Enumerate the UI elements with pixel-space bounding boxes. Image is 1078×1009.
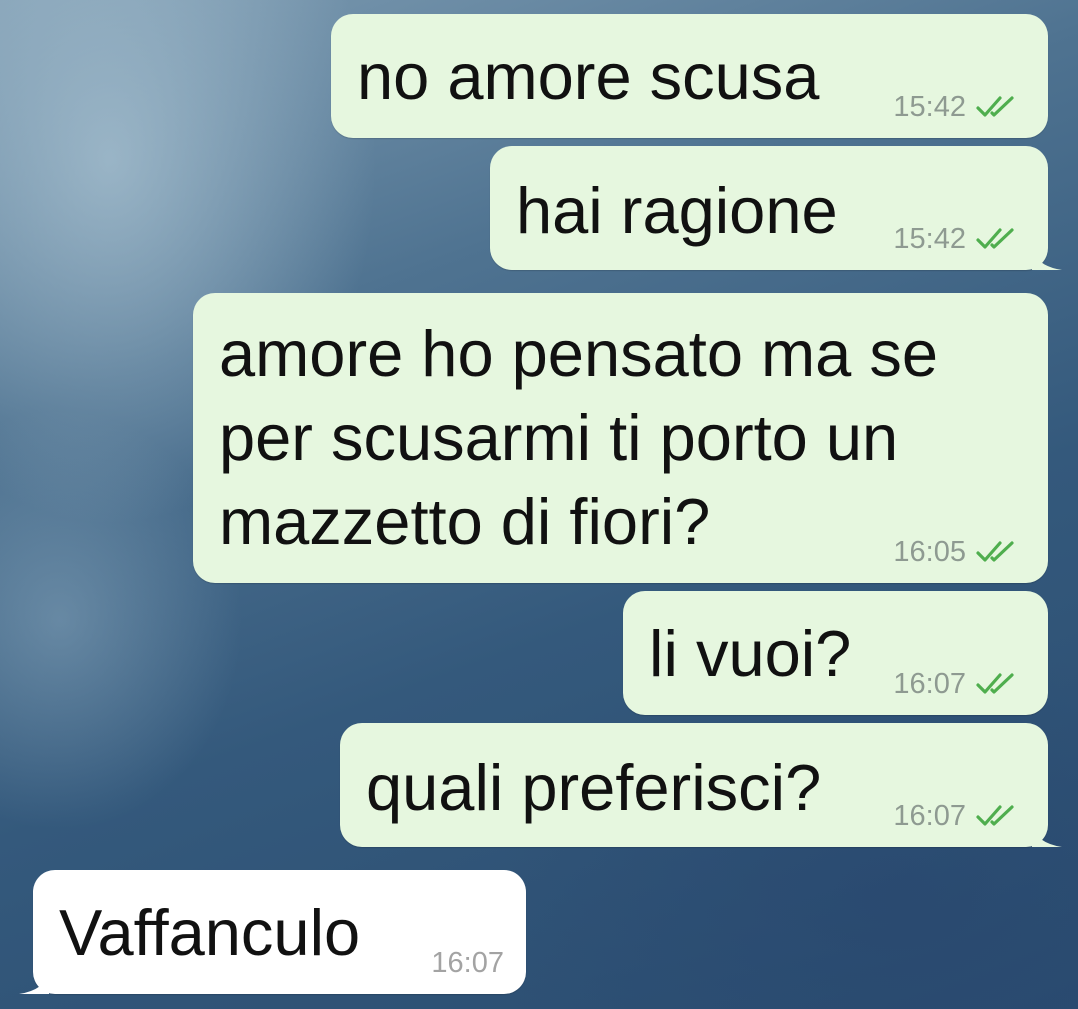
message-text: no amore scusa bbox=[357, 40, 820, 113]
message-timestamp: 16:05 bbox=[893, 536, 966, 568]
double-check-icon bbox=[976, 673, 1014, 694]
bubble-tail bbox=[1032, 825, 1062, 847]
incoming-message-bubble[interactable]: Vaffanculo 16:07 bbox=[19, 870, 526, 994]
message-meta: 15:42 bbox=[893, 92, 1020, 122]
message-text-line: amore ho pensato ma se bbox=[219, 317, 939, 390]
double-check-icon bbox=[976, 228, 1014, 249]
outgoing-message-bubble[interactable]: no amore scusa 15:42 bbox=[331, 14, 1048, 138]
double-check-icon bbox=[976, 805, 1014, 826]
message-text-line: mazzetto di fiori? bbox=[219, 485, 711, 558]
message-meta: 16:07 bbox=[893, 669, 1020, 699]
message-timestamp: 15:42 bbox=[893, 91, 966, 123]
message-timestamp: 15:42 bbox=[893, 223, 966, 255]
message-timestamp: 16:07 bbox=[893, 668, 966, 700]
double-check-icon bbox=[976, 96, 1014, 117]
message-meta: 16:07 bbox=[893, 801, 1020, 831]
message-text: quali preferisci? bbox=[366, 751, 822, 824]
outgoing-message-bubble[interactable]: quali preferisci? 16:07 bbox=[340, 723, 1062, 847]
outgoing-message-bubble[interactable]: li vuoi? 16:07 bbox=[623, 591, 1048, 715]
message-timestamp: 16:07 bbox=[431, 947, 504, 979]
message-text: Vaffanculo bbox=[59, 896, 361, 969]
message-meta: 15:42 bbox=[893, 224, 1020, 254]
double-check-icon bbox=[976, 541, 1014, 562]
message-meta: 16:05 bbox=[893, 537, 1020, 567]
message-meta: 16:07 bbox=[431, 948, 504, 978]
message-text: hai ragione bbox=[516, 174, 838, 247]
message-text-line: per scusarmi ti porto un bbox=[219, 401, 899, 474]
outgoing-message-bubble[interactable]: hai ragione 15:42 bbox=[490, 146, 1062, 270]
outgoing-message-bubble[interactable]: amore ho pensato ma se per scusarmi ti p… bbox=[193, 293, 1048, 583]
bubble-tail bbox=[19, 972, 49, 994]
message-text: li vuoi? bbox=[649, 617, 852, 690]
bubble-tail bbox=[1032, 248, 1062, 270]
chat-conversation: no amore scusa 15:42 hai ragione 15:42 a… bbox=[0, 0, 1078, 1009]
message-timestamp: 16:07 bbox=[893, 800, 966, 832]
